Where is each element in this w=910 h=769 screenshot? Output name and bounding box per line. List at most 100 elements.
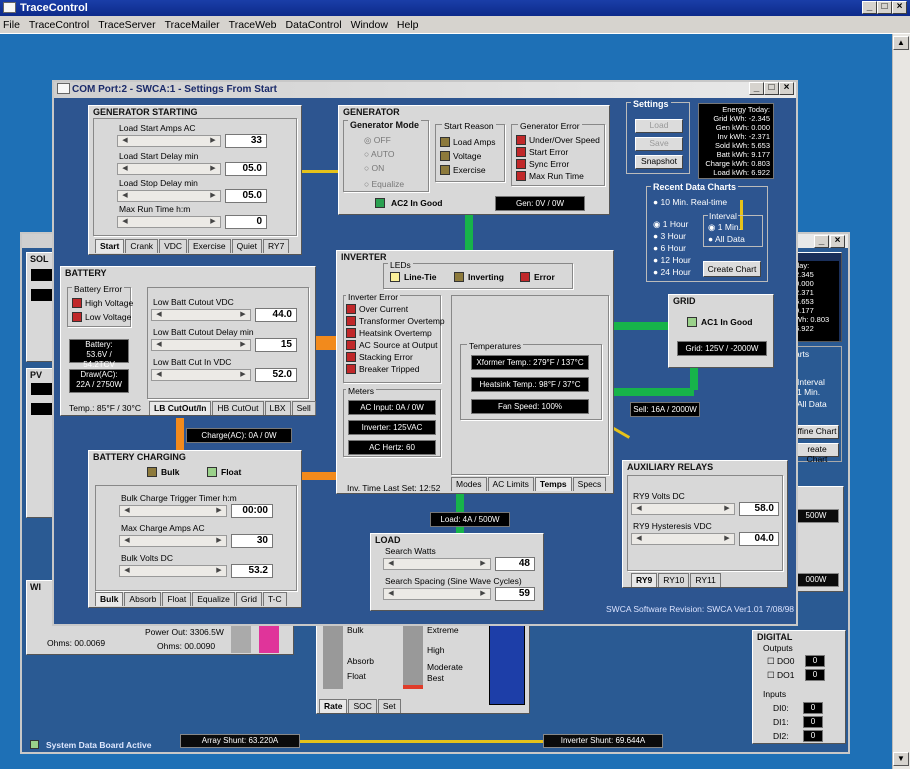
max-charge-slider[interactable]: ◀ ▶ xyxy=(119,535,227,547)
lb-cutin-slider[interactable]: ◀ ▶ xyxy=(151,369,251,381)
close-icon[interactable]: × xyxy=(892,1,907,14)
menu-help[interactable]: Help xyxy=(397,19,419,31)
menu-window[interactable]: Window xyxy=(351,19,388,31)
bulk-volts-slider[interactable]: ◀ ▶ xyxy=(119,565,227,577)
create-chart-button[interactable]: Create Chart xyxy=(703,261,761,277)
menu-traceweb[interactable]: TraceWeb xyxy=(229,19,277,31)
search-watts-value[interactable]: 48 xyxy=(495,557,535,571)
interval-1min[interactable]: ◉ 1 Min. xyxy=(708,222,741,233)
tab-rate[interactable]: Rate xyxy=(319,699,348,713)
tab-hb-cutout[interactable]: HB CutOut xyxy=(212,401,264,415)
vertical-scrollbar[interactable]: ▲ ▼ xyxy=(892,34,910,769)
mode-equalize[interactable]: ○ Equalize xyxy=(364,179,404,189)
bulk-trigger-value[interactable]: 00:00 xyxy=(231,504,273,518)
do1[interactable]: ☐ DO1 xyxy=(767,670,794,681)
bulk-trigger-slider[interactable]: ◀ ▶ xyxy=(119,505,227,517)
load-start-delay-value[interactable]: 05.0 xyxy=(225,162,267,176)
menu-datacontrol[interactable]: DataControl xyxy=(286,19,342,31)
ry9-volts-slider[interactable]: ◀ ▶ xyxy=(631,503,735,515)
settings-minimize-icon[interactable]: _ xyxy=(749,82,764,95)
search-spacing-value[interactable]: 59 xyxy=(495,587,535,601)
tab-ac-limits[interactable]: AC Limits xyxy=(487,477,534,491)
search-spacing-slider[interactable]: ◀ ▶ xyxy=(383,588,491,600)
tab-tc[interactable]: T-C xyxy=(262,592,287,606)
lb-delay-value[interactable]: 15 xyxy=(255,338,297,352)
interval-all[interactable]: ● All Data xyxy=(708,234,745,244)
tab-lb-cutout[interactable]: LB CutOut/In xyxy=(149,401,212,415)
mode-on[interactable]: ○ ON xyxy=(364,163,384,173)
mode-auto[interactable]: ○ AUTO xyxy=(364,149,395,159)
range-6h[interactable]: ● 6 Hour xyxy=(653,243,686,253)
range-24h[interactable]: ● 24 Hour xyxy=(653,267,691,277)
tab-start[interactable]: Start xyxy=(95,239,125,253)
menu-tracecontrol[interactable]: TraceControl xyxy=(29,19,89,31)
mode-off[interactable]: ◎ OFF xyxy=(364,135,391,146)
save-button[interactable]: Save xyxy=(635,137,683,151)
tab-quiet[interactable]: Quiet xyxy=(231,239,262,253)
scroll-up-icon[interactable]: ▲ xyxy=(893,36,909,50)
settings-restore-icon[interactable]: □ xyxy=(764,82,779,95)
tab-sell[interactable]: Sell xyxy=(291,401,316,415)
tab-vdc[interactable]: VDC xyxy=(159,239,188,253)
load-start-amps-value[interactable]: 33 xyxy=(225,134,267,148)
do0-label: DO0 xyxy=(776,656,795,666)
max-charge-value[interactable]: 30 xyxy=(231,534,273,548)
lb-cutout-slider[interactable]: ◀ ▶ xyxy=(151,309,251,321)
ry9-volts-value[interactable]: 58.0 xyxy=(739,502,779,516)
tab-equalize[interactable]: Equalize xyxy=(192,592,235,606)
load-stop-delay-slider[interactable]: ◀ ▶ xyxy=(117,190,221,202)
tab-ry9[interactable]: RY9 xyxy=(631,573,658,587)
scroll-down-icon[interactable]: ▼ xyxy=(893,752,909,766)
max-run-time-value[interactable]: 0 xyxy=(225,215,267,229)
tab-temps[interactable]: Temps xyxy=(534,477,572,491)
bg-minimize-icon[interactable]: _ xyxy=(814,235,829,248)
ry9-hyst-slider[interactable]: ◀ ▶ xyxy=(631,533,735,545)
range-3h[interactable]: ● 3 Hour xyxy=(653,231,686,241)
range-1h[interactable]: ◉ 1 Hour xyxy=(653,219,688,230)
tab-set[interactable]: Set xyxy=(377,699,401,713)
interval-title: Interval xyxy=(708,211,738,221)
tab-ry10[interactable]: RY10 xyxy=(658,573,690,587)
tab-exercise[interactable]: Exercise xyxy=(188,239,231,253)
menu-tracemailer[interactable]: TraceMailer xyxy=(165,19,220,31)
do0[interactable]: ☐ DO0 xyxy=(767,656,794,667)
tab-bulk[interactable]: Bulk xyxy=(95,592,124,606)
bg-close-icon[interactable]: × xyxy=(830,235,845,248)
tab-ry11[interactable]: RY11 xyxy=(690,573,721,587)
tab-modes[interactable]: Modes xyxy=(451,477,487,491)
load-start-amps-slider[interactable]: ◀ ▶ xyxy=(117,135,221,147)
di0-label: DI0: xyxy=(773,703,789,713)
tab-crank[interactable]: Crank xyxy=(125,239,159,253)
tab-soc[interactable]: SOC xyxy=(348,699,377,713)
minimize-icon[interactable]: _ xyxy=(862,1,877,14)
soc-float: Float xyxy=(347,671,366,681)
load-button[interactable]: Load xyxy=(635,119,683,133)
menu-file[interactable]: File xyxy=(3,19,20,31)
inv-err-led xyxy=(346,364,356,374)
bg-create-chart-button[interactable]: reate Chart xyxy=(795,443,839,464)
realtime-radio[interactable]: ● 10 Min. Real-time xyxy=(653,197,727,207)
settings-close-icon[interactable]: × xyxy=(779,82,794,95)
tab-float[interactable]: Float xyxy=(162,592,192,606)
max-run-time-slider[interactable]: ◀ ▶ xyxy=(117,216,221,228)
restore-icon[interactable]: □ xyxy=(877,1,892,14)
ac-input-meter: AC Input: 0A / 0W xyxy=(348,400,436,415)
lb-delay-slider[interactable]: ◀ ▶ xyxy=(151,339,251,351)
lb-cutout-value[interactable]: 44.0 xyxy=(255,308,297,322)
load-stop-delay-value[interactable]: 05.0 xyxy=(225,189,267,203)
load-start-delay-slider[interactable]: ◀ ▶ xyxy=(117,163,221,175)
tab-specs[interactable]: Specs xyxy=(572,477,607,491)
range-12h[interactable]: ● 12 Hour xyxy=(653,255,691,265)
digital-panel: DIGITAL Outputs ☐ DO0 0 ☐ DO1 0 Inputs D… xyxy=(752,630,846,744)
tab-grid[interactable]: Grid xyxy=(235,592,262,606)
lb-cutin-value[interactable]: 52.0 xyxy=(255,368,297,382)
menu-traceserver[interactable]: TraceServer xyxy=(98,19,155,31)
tab-lbx[interactable]: LBX xyxy=(264,401,291,415)
search-watts-slider[interactable]: ◀ ▶ xyxy=(383,558,491,570)
tab-ry7[interactable]: RY7 xyxy=(262,239,290,253)
snapshot-button[interactable]: Snapshot xyxy=(635,155,683,169)
bg-define-chart-button[interactable]: ffine Chart xyxy=(795,425,839,439)
tab-absorb[interactable]: Absorb xyxy=(124,592,162,606)
ry9-hyst-value[interactable]: 04.0 xyxy=(739,532,779,546)
bulk-volts-value[interactable]: 53.2 xyxy=(231,564,273,578)
